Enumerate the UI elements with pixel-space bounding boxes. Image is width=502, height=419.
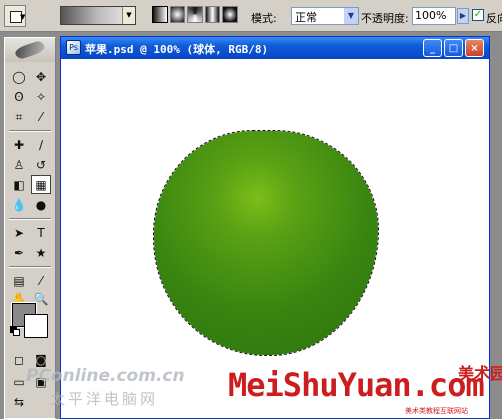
chevron-down-icon: ▼ (20, 13, 26, 21)
reflected-gradient-button[interactable] (204, 6, 221, 23)
feather-logo-icon (13, 39, 47, 61)
photoshop-document-icon: Ps (66, 40, 81, 55)
radial-gradient-button[interactable] (169, 6, 186, 23)
eyedropper-tool-icon[interactable]: ⁄ (31, 271, 51, 290)
document-titlebar[interactable]: Ps 苹果.psd @ 100% (球体, RGB/8) _ □ × (61, 37, 489, 59)
pconline-watermark: PConline.com.cn (26, 366, 185, 386)
gradient-type-group (152, 6, 238, 25)
meishuyuan-watermark: MeiShuYuan.com (228, 366, 485, 404)
tool-preset-picker[interactable]: ▼ (4, 5, 26, 27)
apple-sphere[interactable] (153, 130, 379, 356)
pconline-cn-watermark: 太平洋电脑网 (50, 390, 159, 408)
move-tool-icon[interactable]: ✥ (31, 67, 51, 86)
close-button[interactable]: × (465, 39, 484, 57)
lasso-tool-icon[interactable]: ʘ (9, 87, 29, 106)
default-colors-icon[interactable] (10, 326, 20, 336)
meishuyuan-cn-logo: 美术园 (458, 364, 502, 383)
opacity-label: 不透明度: (361, 12, 409, 25)
eraser-tool-icon[interactable]: ◧ (9, 175, 29, 194)
mode-value: 正常 (295, 11, 317, 24)
opacity-value: 100% (415, 9, 447, 22)
mode-label: 模式: (251, 12, 277, 25)
chevron-down-icon[interactable]: ▼ (122, 7, 135, 24)
background-color-swatch[interactable] (24, 314, 48, 338)
gradient-picker[interactable]: ▼ (60, 6, 136, 25)
gradient-tool-icon[interactable]: ▦ (31, 175, 51, 194)
options-bar: ▼ ▼ 模式: 正常 ▼ 不透明度: 100% ▶ ✓ 反向 (0, 0, 502, 32)
maximize-button[interactable]: □ (444, 39, 463, 57)
chevron-down-icon[interactable]: ▼ (344, 8, 358, 24)
selection-marquee (153, 130, 379, 356)
marquee-tool-icon[interactable]: ◯ (9, 67, 29, 86)
mode-select[interactable]: 正常 ▼ (291, 7, 359, 25)
crop-tool-icon[interactable]: ⌗ (9, 107, 29, 126)
reverse-label: 反向 (486, 12, 502, 25)
toolbox-divider (9, 218, 51, 220)
shape-tool-icon[interactable]: ★ (31, 243, 51, 262)
toolbox-divider (9, 266, 51, 268)
clone-stamp-tool-icon[interactable]: ♙ (9, 155, 29, 174)
imageready-jump-icon[interactable]: ⇆ (9, 392, 29, 411)
history-brush-tool-icon[interactable]: ↺ (31, 155, 51, 174)
path-selection-tool-icon[interactable]: ➤ (9, 223, 29, 242)
document-title: 苹果.psd @ 100% (球体, RGB/8) (85, 43, 269, 56)
minimize-button[interactable]: _ (423, 39, 442, 57)
type-tool-icon[interactable]: T (31, 223, 51, 242)
brush-tool-icon[interactable]: ∕ (31, 135, 51, 154)
reverse-checkbox[interactable]: ✓ (472, 9, 484, 21)
angle-gradient-button[interactable] (187, 6, 203, 23)
magic-wand-tool-icon[interactable]: ✧ (31, 87, 51, 106)
toolbox-header (5, 38, 55, 62)
dodge-tool-icon[interactable]: ● (31, 195, 51, 214)
blur-tool-icon[interactable]: 💧 (9, 195, 29, 214)
opacity-slider-button[interactable]: ▶ (457, 8, 469, 24)
linear-gradient-button[interactable] (152, 6, 168, 23)
diamond-gradient-button[interactable] (222, 6, 238, 23)
opacity-input[interactable]: 100% (412, 7, 456, 25)
pen-tool-icon[interactable]: ✒ (9, 243, 29, 262)
notes-tool-icon[interactable]: ▤ (9, 271, 29, 290)
toolbox: ◯ ✥ ʘ ✧ ⌗ ⁄ ✚ ∕ ♙ ↺ ◧ ▦ 💧 ● ➤ T ✒ ★ ▤ ⁄ … (4, 37, 56, 419)
toolbox-divider (9, 130, 51, 132)
slice-tool-icon[interactable]: ⁄ (31, 107, 51, 126)
meishuyuan-tagline: 美术类教程互联网站 (405, 407, 468, 415)
healing-brush-tool-icon[interactable]: ✚ (9, 135, 29, 154)
